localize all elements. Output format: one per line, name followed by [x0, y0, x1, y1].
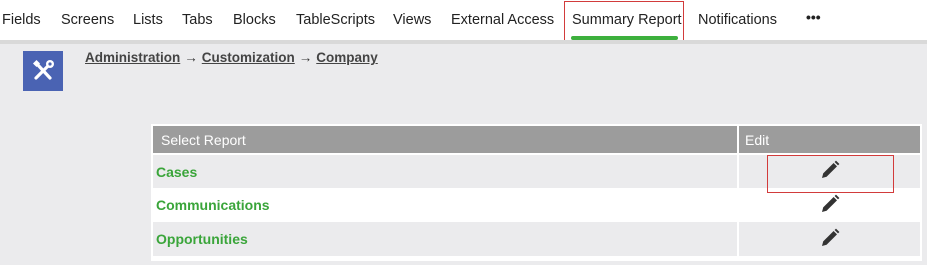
tab-lists[interactable]: Lists — [133, 12, 163, 28]
column-header-edit: Edit — [737, 126, 920, 154]
tab-views[interactable]: Views — [393, 12, 431, 28]
tab-notifications[interactable]: Notifications — [698, 12, 777, 28]
edit-pencil-icon[interactable] — [820, 194, 840, 217]
tools-icon — [23, 51, 63, 91]
tab-bar: Fields Screens Lists Tabs Blocks TableSc… — [0, 0, 927, 52]
edit-pencil-icon[interactable] — [820, 228, 840, 251]
breadcrumb: Administration → Customization → Company — [85, 50, 378, 65]
tab-tabs[interactable]: Tabs — [182, 12, 213, 28]
breadcrumb-separator: → — [184, 50, 198, 65]
breadcrumb-company[interactable]: Company — [316, 50, 378, 65]
breadcrumb-separator: → — [298, 50, 313, 65]
table-row: Opportunities — [153, 222, 920, 256]
breadcrumb-customization[interactable]: Customization — [202, 50, 295, 65]
tab-blocks[interactable]: Blocks — [233, 12, 276, 28]
edit-cell — [737, 222, 920, 256]
edit-cell — [737, 188, 920, 222]
tab-fields[interactable]: Fields — [2, 12, 41, 28]
tab-tablescripts[interactable]: TableScripts — [296, 12, 375, 28]
report-link-communications[interactable]: Communications — [153, 188, 738, 222]
column-header-select-report: Select Report — [153, 126, 738, 154]
table-row: Communications — [153, 188, 920, 222]
report-link-opportunities[interactable]: Opportunities — [153, 222, 738, 256]
table-row: Cases — [153, 153, 920, 188]
summary-report-table: Select Report Edit Cases Communications — [151, 124, 922, 261]
breadcrumb-administration[interactable]: Administration — [85, 50, 180, 65]
tab-screens[interactable]: Screens — [61, 12, 114, 28]
edit-cell — [737, 153, 920, 188]
report-link-cases[interactable]: Cases — [153, 153, 738, 188]
edit-pencil-icon[interactable] — [820, 160, 840, 183]
tab-external-access[interactable]: External Access — [451, 12, 554, 28]
more-tabs-button[interactable]: ••• — [806, 9, 821, 25]
